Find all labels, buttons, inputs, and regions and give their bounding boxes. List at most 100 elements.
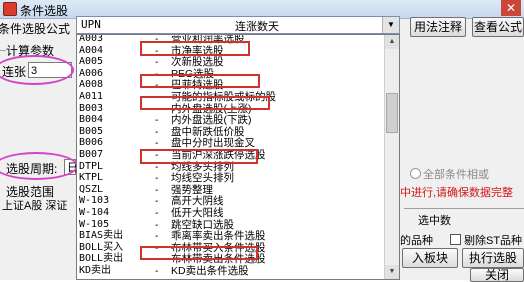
formula-name: 低开大阳线 <box>171 207 224 219</box>
formula-name: 乖离率卖出条件选股 <box>171 230 266 243</box>
formula-name: 布林带卖出条件选股 <box>171 253 266 266</box>
formula-code: B006 <box>79 137 104 149</box>
data-warning-text: 中进行,请确保数据完整 <box>400 187 514 199</box>
combo-name: 连涨数天 <box>235 21 279 33</box>
chevron-down-icon[interactable]: ▼ <box>382 17 399 33</box>
divider <box>404 208 524 209</box>
view-formula-button[interactable]: 查看公式 <box>472 17 524 37</box>
formula-list-item[interactable]: BOLL买入 - 布林带买入条件选股 <box>77 242 385 254</box>
formula-list-item[interactable]: A004 - 市净率选股 <box>77 45 385 57</box>
formula-name: PEG选股 <box>171 67 215 80</box>
exclude-st-checkbox[interactable] <box>450 234 461 245</box>
scroll-down-icon[interactable]: ▼ <box>385 265 399 279</box>
scroll-up-icon[interactable]: ▲ <box>385 35 399 49</box>
params-label: 计算参数 <box>6 44 55 58</box>
selected-count-label: 选中数 <box>418 215 451 227</box>
formula-list-item[interactable]: A003 - 营业利润率选股 <box>77 34 385 45</box>
formula-code: A003 <box>79 34 104 44</box>
formula-code: A006 <box>79 67 104 79</box>
param-name-label: 连张 <box>2 65 27 79</box>
formula-dash: - <box>155 230 159 243</box>
formula-dash: - <box>155 137 159 150</box>
formula-list-item[interactable]: BIAS卖出 - 乖离率卖出条件选股 <box>77 230 385 242</box>
formula-dash: - <box>155 207 159 219</box>
formula-list-item[interactable]: A006 - PEG选股 <box>77 68 385 80</box>
window-title: 条件选股 <box>20 4 69 18</box>
formula-list-item[interactable]: A005 - 次新股选股 <box>77 56 385 68</box>
formula-name: 布林带买入条件选股 <box>171 241 266 254</box>
formula-list-item[interactable]: QSZL - 强势整理 <box>77 184 385 196</box>
formula-dash: - <box>155 265 159 277</box>
formula-code: B007 <box>79 149 104 160</box>
formula-name: 内外盘选股(下跌) <box>171 114 252 127</box>
formula-code: B005 <box>79 125 104 137</box>
formula-code: A004 <box>79 44 104 56</box>
formula-dash: - <box>155 160 159 173</box>
formula-dash: - <box>155 125 159 138</box>
formula-dash: - <box>155 183 159 196</box>
param-value-input[interactable]: 3 <box>28 62 72 78</box>
formula-list-item[interactable]: A008 - 巴菲特选股 <box>77 79 385 91</box>
scroll-thumb[interactable] <box>386 93 398 133</box>
formula-dash: - <box>155 114 159 127</box>
formula-dash: - <box>155 79 159 92</box>
formula-dash: - <box>155 56 159 69</box>
usage-notes-button[interactable]: 用法注释 <box>410 17 466 37</box>
all-conditions-or-label: 全部条件相或 <box>423 169 489 181</box>
formula-name: 当前沪深涨跌停选股 <box>171 149 266 161</box>
formula-name: 均线多头排列 <box>171 160 234 173</box>
formula-dash: - <box>155 241 159 254</box>
formula-code: W-104 <box>79 207 110 218</box>
formula-dash: - <box>155 44 159 57</box>
formula-list-item[interactable]: B006 - 盘中分时出现金叉 <box>77 137 385 149</box>
formula-list-item[interactable]: BOLL卖出 - 布林带卖出条件选股 <box>77 253 385 265</box>
formula-list-item[interactable]: W-105 - 跳空缺口选股 <box>77 219 385 231</box>
formula-list-item[interactable]: B004 - 内外盘选股(下跌) <box>77 114 385 126</box>
formula-dash: - <box>155 218 159 231</box>
formula-dash: - <box>155 102 159 115</box>
formula-name: 盘中分时出现金叉 <box>171 137 255 150</box>
range-value: 上证A股 深证 <box>2 200 68 212</box>
dropdown-scrollbar[interactable]: ▲ ▼ <box>384 35 399 279</box>
formula-code: A011 <box>79 91 104 102</box>
app-icon <box>3 2 17 16</box>
formula-code: QSZL <box>79 183 104 195</box>
condition-stock-selection-window: 条件选股 ✕ 条件选股公式 计算参数 连张 3 选股周期: 日 选股范围 上证A… <box>0 0 524 282</box>
formula-combo[interactable]: UPN 连涨数天 ▼ <box>76 16 400 34</box>
formula-label: 条件选股公式 <box>0 22 71 36</box>
formula-code: DTPL <box>79 160 104 172</box>
formula-name: 跳空缺口选股 <box>171 218 234 231</box>
formula-list-item[interactable]: W-103 - 高开大阴线 <box>77 195 385 207</box>
formula-dash: - <box>155 253 159 266</box>
formula-name: KD卖出条件选股 <box>171 265 249 277</box>
varieties-label: 的品种 <box>400 235 433 247</box>
formula-code: KTPL <box>79 172 104 184</box>
all-conditions-or-radio[interactable] <box>410 168 421 179</box>
formula-name: 内外盘选股(上涨) <box>171 102 252 115</box>
formula-code: B004 <box>79 114 104 126</box>
period-select[interactable]: 日 <box>64 159 78 175</box>
formula-dropdown-list: A003- 营业利润率选股 A004- 市净率选股 A005- 次新股选股 A006- PEG… <box>76 34 400 280</box>
formula-list-item[interactable]: A011 - 可能的指标股或标的股 <box>77 91 385 103</box>
formula-list-item[interactable]: B005 - 盘中新跌低价股 <box>77 126 385 138</box>
exclude-st-label: 剔除ST品种 <box>464 235 523 247</box>
close-icon[interactable]: ✕ <box>501 0 521 16</box>
formula-dash: - <box>155 172 159 185</box>
formula-list-item[interactable]: W-104 - 低开大阳线 <box>77 207 385 219</box>
formula-list-item[interactable]: B007 - 当前沪深涨跌停选股 <box>77 149 385 161</box>
formula-name: 强势整理 <box>171 183 213 196</box>
formula-list-item[interactable]: KTPL - 均线空头排列 <box>77 172 385 184</box>
formula-name: 盘中新跌低价股 <box>171 125 245 138</box>
combo-code: UPN <box>81 18 101 31</box>
formula-code: W-103 <box>79 195 110 207</box>
add-to-block-button[interactable]: 入板块 <box>402 248 458 268</box>
formula-list-item[interactable]: KD卖出 - KD卖出条件选股 <box>77 265 385 277</box>
formula-dash: - <box>155 34 159 45</box>
formula-code: B003 <box>79 102 104 114</box>
formula-name: 巴菲特选股 <box>171 79 224 92</box>
formula-list-item[interactable]: DTPL - 均线多头排列 <box>77 161 385 173</box>
formula-name: 可能的指标股或标的股 <box>171 91 276 103</box>
formula-name: 市净率选股 <box>171 44 224 57</box>
formula-list-item[interactable]: B003 - 内外盘选股(上涨) <box>77 103 385 115</box>
run-selection-button[interactable]: 执行选股 <box>462 248 524 268</box>
